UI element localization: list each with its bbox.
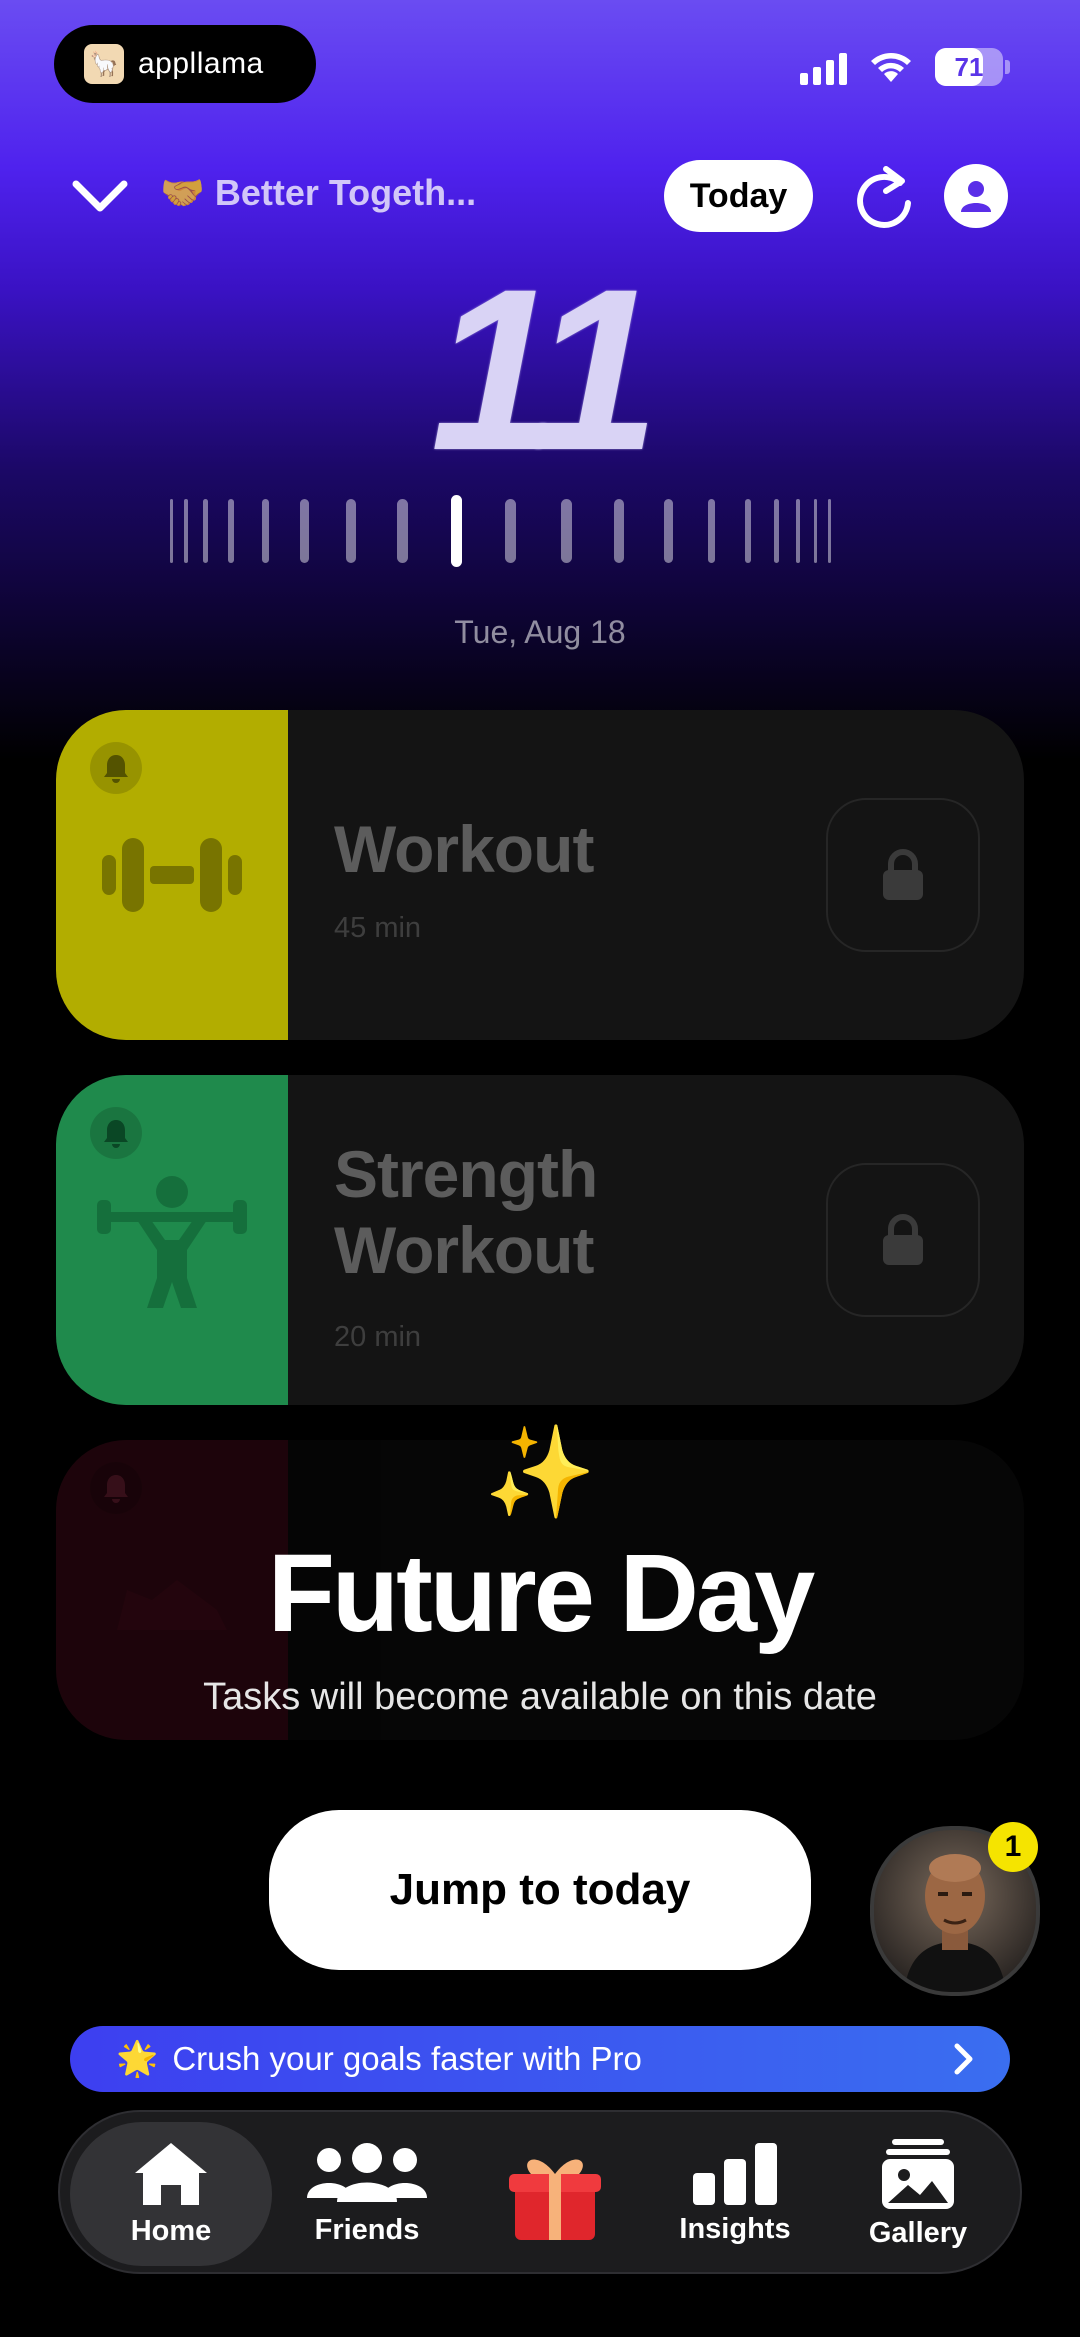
battery-level: 71: [954, 51, 984, 82]
chevron-right-icon: [954, 2043, 973, 2075]
weightlifter-icon: [56, 1170, 288, 1310]
task-title-line2: Workout: [334, 1212, 594, 1287]
wifi-icon: [871, 53, 911, 82]
house-icon: [135, 2142, 207, 2205]
llama-logo-icon: 🦙: [84, 44, 124, 84]
tab-home[interactable]: Home: [70, 2122, 272, 2266]
tab-gallery-label: Gallery: [868, 2216, 968, 2249]
group-title[interactable]: 🤝 Better Togeth...: [160, 172, 476, 214]
tab-bar: Home Friends Insights Gallery: [58, 2110, 1022, 2274]
dumbbell-icon: [56, 830, 288, 920]
today-button[interactable]: Today: [664, 160, 813, 232]
promo-text: Crush your goals faster with Pro: [172, 2040, 642, 2077]
task-card-strength-workout[interactable]: Strength Workout 20 min: [56, 1075, 1024, 1405]
task-title: Workout: [334, 812, 594, 886]
task-color-panel: [56, 710, 288, 1040]
tab-home-label: Home: [130, 2214, 212, 2247]
task-color-panel: [56, 1075, 288, 1405]
task-title: Strength Workout: [334, 1137, 598, 1289]
cellular-signal-icon: [800, 49, 847, 85]
lock-icon: [883, 1214, 923, 1265]
chevron-down-icon[interactable]: [70, 170, 130, 220]
people-icon: [307, 2142, 427, 2202]
day-scroll-picker[interactable]: [170, 495, 910, 567]
task-duration: 45 min: [334, 912, 422, 944]
profile-button[interactable]: [944, 164, 1008, 228]
gift-icon: [509, 2159, 601, 2240]
future-day-subtitle: Tasks will become available on this date: [203, 1676, 877, 1718]
battery-icon: 71: [935, 48, 1003, 86]
lock-icon: [883, 849, 923, 900]
task-card-workout[interactable]: Workout 45 min: [56, 710, 1024, 1040]
selected-day-number: 11: [430, 241, 660, 498]
tab-friends[interactable]: Friends: [292, 2122, 442, 2266]
task-duration: 20 min: [334, 1321, 422, 1353]
tab-friends-label: Friends: [314, 2213, 420, 2246]
task-title-line1: Strength: [334, 1137, 598, 1211]
gallery-icon: [882, 2138, 954, 2209]
tab-insights-label: Insights: [679, 2212, 791, 2245]
future-day-title: Future Day: [267, 1532, 816, 1655]
refresh-icon[interactable]: [854, 163, 916, 229]
bell-icon[interactable]: [90, 1107, 142, 1159]
user-icon: [961, 181, 991, 212]
status-indicators: 71: [800, 48, 1010, 86]
tab-gift[interactable]: [480, 2122, 630, 2266]
pro-promo-banner[interactable]: 🌟 Crush your goals faster with Pro: [70, 2026, 1010, 2092]
selected-date-label: Tue, Aug 18: [454, 614, 626, 650]
task-lock: [826, 798, 980, 952]
bell-icon[interactable]: [90, 742, 142, 794]
tab-insights[interactable]: Insights: [660, 2122, 810, 2266]
sparkles-icon: ✨: [483, 1423, 597, 1523]
notification-badge: 1: [988, 1822, 1038, 1872]
bar-chart-icon: [693, 2142, 777, 2205]
task-lock: [826, 1163, 980, 1317]
brand-name: appllama: [138, 47, 264, 80]
brand-pill[interactable]: 🦙 appllama: [54, 25, 316, 103]
jump-to-today-button[interactable]: Jump to today: [269, 1810, 811, 1970]
star-icon: 🌟: [116, 2040, 159, 2078]
tab-gallery[interactable]: Gallery: [838, 2122, 998, 2266]
